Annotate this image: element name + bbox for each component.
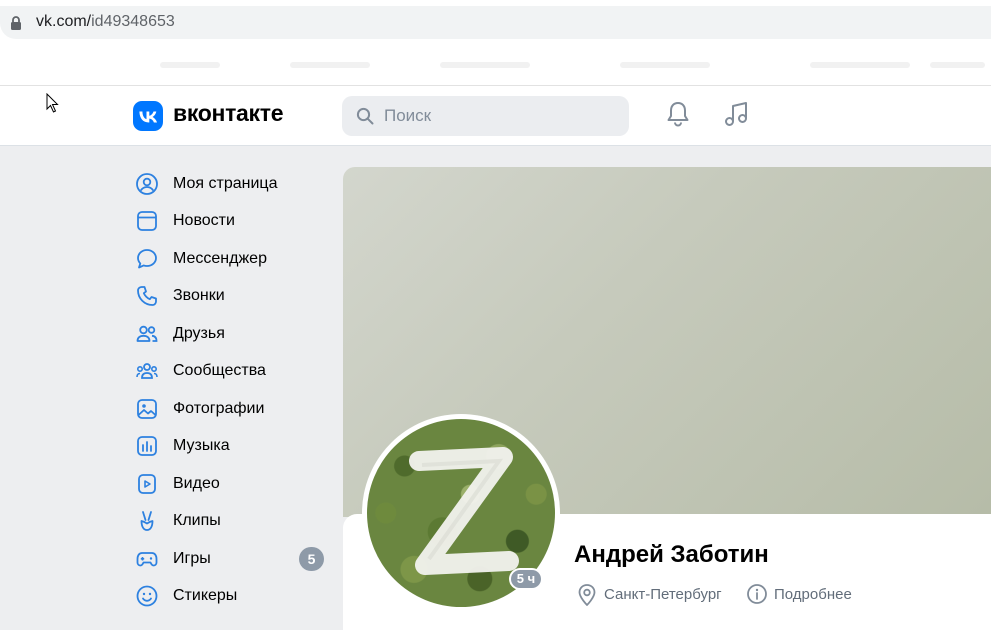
- location-pin-icon: [578, 584, 596, 606]
- message-icon: [137, 249, 157, 269]
- sidebar-item-friends[interactable]: Друзья: [133, 316, 328, 350]
- mouse-cursor-icon: [46, 93, 59, 113]
- news-icon: [137, 211, 157, 231]
- sidebar-item-label: Мессенджер: [173, 250, 267, 267]
- sidebar-item-video[interactable]: Видео: [133, 466, 328, 500]
- photo-icon: [137, 399, 157, 419]
- profile-details-link[interactable]: Подробнее: [774, 586, 852, 603]
- bookmark-placeholder: [620, 62, 710, 68]
- bookmark-placeholder: [160, 62, 220, 68]
- clips-icon: [140, 511, 154, 531]
- profile-name: Андрей Заботин: [574, 541, 769, 568]
- sidebar-item-calls[interactable]: Звонки: [133, 278, 328, 312]
- vk-mark-icon: [139, 111, 157, 123]
- games-icon: [136, 552, 158, 567]
- user-circle-icon: [136, 173, 158, 195]
- sidebar-item-label: Игры: [173, 550, 211, 567]
- sidebar-item-music[interactable]: Музыка: [133, 428, 328, 462]
- sidebar-item-label: Моя страница: [173, 175, 278, 192]
- url-path: id49348653: [91, 13, 175, 30]
- communities-icon: [136, 363, 158, 379]
- url-text[interactable]: vk.com/id49348653: [36, 13, 175, 31]
- sidebar-item-games[interactable]: Игры 5: [133, 541, 328, 575]
- sidebar-item-label: Звонки: [173, 287, 225, 304]
- sidebar-item-label: Новости: [173, 212, 235, 229]
- url-host: vk.com/: [36, 13, 92, 30]
- sidebar-item-stickers[interactable]: Стикеры: [133, 578, 328, 612]
- video-icon: [138, 474, 156, 494]
- browser-address-bar: vk.com/id49348653: [0, 0, 991, 42]
- bookmark-placeholder: [440, 62, 530, 68]
- search-icon: [356, 107, 374, 125]
- music-icon: [137, 436, 157, 456]
- sidebar-item-communities[interactable]: Сообщества: [133, 353, 328, 387]
- bookmark-placeholder: [930, 62, 985, 68]
- sidebar-item-label: Видео: [173, 475, 220, 492]
- sidebar-item-label: Клипы: [173, 512, 221, 529]
- friends-icon: [136, 325, 158, 342]
- games-count-badge: 5: [299, 547, 324, 571]
- sidebar-item-label: Друзья: [173, 325, 225, 342]
- sidebar-item-messenger[interactable]: Мессенджер: [133, 241, 328, 275]
- music-note-icon[interactable]: [723, 100, 751, 128]
- search-input[interactable]: [384, 104, 614, 128]
- sidebar-item-news[interactable]: Новости: [133, 203, 328, 237]
- sidebar-item-label: Стикеры: [173, 587, 238, 604]
- bookmarks-bar: [0, 42, 991, 86]
- sidebar-item-my-page[interactable]: Моя страница: [133, 166, 328, 200]
- smile-icon: [136, 585, 158, 607]
- bookmark-placeholder: [290, 62, 370, 68]
- sidebar-item-photos[interactable]: Фотографии: [133, 391, 328, 425]
- info-icon[interactable]: [746, 583, 768, 605]
- sidebar-item-label: Музыка: [173, 437, 230, 454]
- bell-icon[interactable]: [665, 100, 691, 128]
- vk-logo-icon[interactable]: [133, 101, 163, 131]
- bookmark-placeholder: [810, 62, 910, 68]
- sidebar-item-label: Фотографии: [173, 400, 265, 417]
- profile-city[interactable]: Санкт-Петербург: [604, 586, 722, 603]
- lock-icon: [11, 16, 21, 30]
- sidebar-item-clips[interactable]: Клипы: [133, 503, 328, 537]
- sidebar-item-label: Сообщества: [173, 362, 266, 379]
- last-seen-badge: 5 ч: [511, 570, 541, 588]
- phone-icon: [137, 286, 157, 306]
- vk-logo-text[interactable]: вконтакте: [173, 100, 284, 127]
